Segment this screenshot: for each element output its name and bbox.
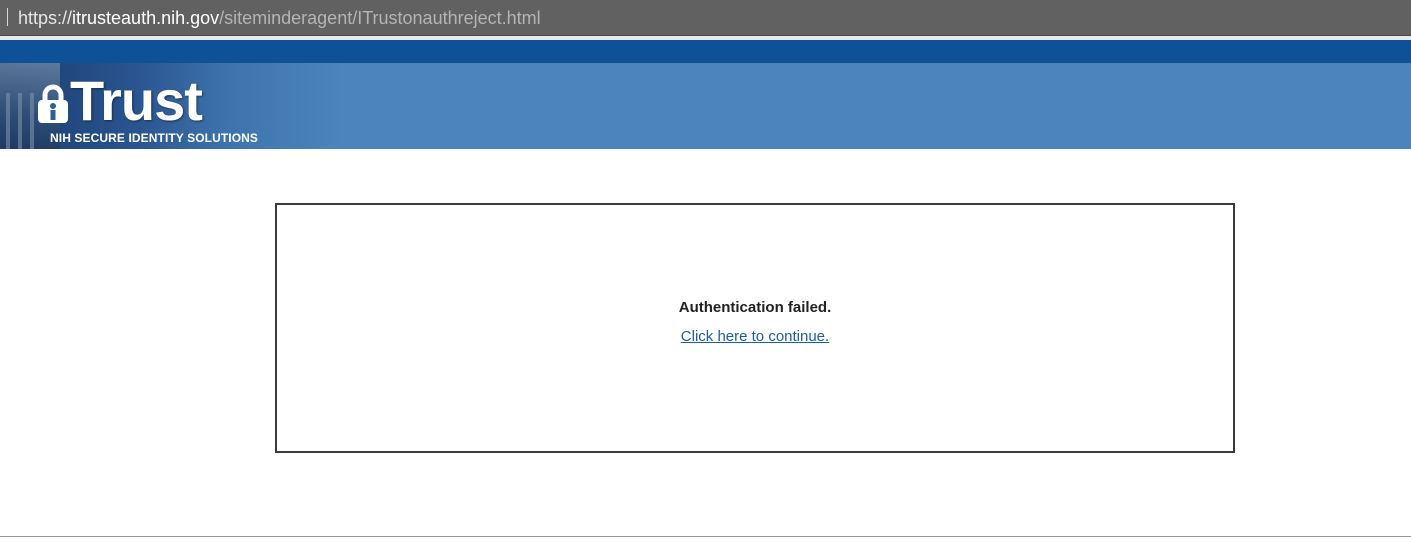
header-top-strip	[0, 40, 1411, 63]
url-field[interactable]: https://itrusteauth.nih.gov/siteminderag…	[18, 7, 541, 29]
continue-link-row: Click here to continue.	[277, 328, 1233, 345]
auth-message-box: Authentication failed. Click here to con…	[275, 203, 1235, 453]
site-header-banner: Trust NIH SECURE IDENTITY SOLUTIONS	[0, 40, 1411, 149]
error-title: Authentication failed.	[678, 299, 832, 316]
brand-name: Trust	[70, 69, 203, 132]
url-host: itrusteauth.nih.gov	[72, 8, 220, 28]
padlock-i-icon	[38, 84, 68, 123]
text-cursor	[7, 8, 8, 26]
browser-address-bar[interactable]: https://itrusteauth.nih.gov/siteminderag…	[0, 0, 1411, 36]
url-scheme: https://	[18, 8, 73, 28]
itrust-logo: Trust NIH SECURE IDENTITY SOLUTIONS	[0, 63, 764, 149]
url-path: /siteminderagent/ITrustonauthreject.html	[219, 8, 541, 28]
brand-tagline: NIH SECURE IDENTITY SOLUTIONS	[50, 131, 259, 145]
continue-link[interactable]: Click here to continue.	[681, 328, 829, 345]
footer-divider	[0, 536, 1411, 537]
